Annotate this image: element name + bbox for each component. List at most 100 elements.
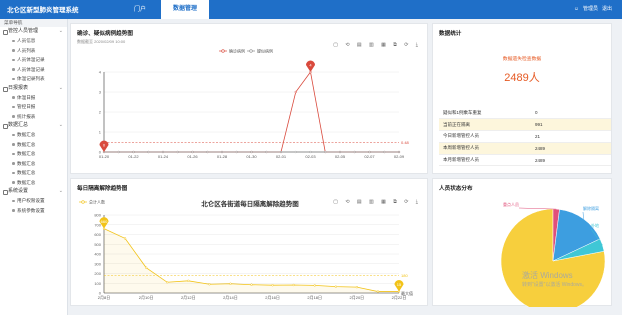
stats-main-value: 2489人 [504,72,540,84]
x-tick-label: 01-28 [217,154,228,159]
sidebar-item[interactable]: 人员信息 [0,36,67,46]
data-point [208,283,211,286]
data-point [166,281,169,284]
sidebar-item[interactable]: 管控日报 [0,102,67,112]
x-tick-label: 02-03 [305,154,316,159]
confirmed-trend-chart: 0123401-20 01-22 01-24 01-26 01-28 01-30 02-01… [99,48,410,160]
stats-row-label: 当前正在隔离 [439,118,531,132]
data-point [324,150,327,154]
data-point [191,150,194,154]
data-point [355,286,359,289]
user-icon: ☺ [573,6,579,12]
sidebar-item[interactable]: 数据汇总 [0,130,67,140]
pie-label: 外地 [591,222,599,228]
data-point [250,283,253,286]
x-tick-label: 2月14日 [223,295,238,300]
average-label: 0.48 [401,140,410,145]
sidebar-group[interactable]: 日报报表 ⌄ [0,84,67,93]
data-point [368,150,371,154]
legend-label: 疑似病例 [257,48,273,54]
stats-panel: 数据统计 数据遗失检查数据 2489人 疑似和1例乘车重复 0 当前正在隔离 991 今… [432,23,612,174]
data-point [123,237,127,240]
user-name[interactable]: 管理员 [583,6,598,12]
chevron-down-icon: ⌄ [58,28,63,34]
tab-data-management[interactable]: 数据管理 [161,0,209,19]
marker-value: 660 [101,219,108,224]
data-point [338,150,342,154]
stats-row-value: 0 [531,107,611,120]
release-trend-chart: 01002003004005006007008002月8日 2月10日 2月12日 2… [79,199,413,300]
data-point [334,285,337,288]
stats-table: 疑似和1例乘车重复 0 当前正在隔离 991 今日新增管控人员 21 本周新增管控人员 248… [439,107,611,167]
data-point [313,284,316,287]
confirmed-trend-panel: 确诊、疑似病例趋势图 数据截至 2020/02/09 10:00 ▢ ⟲ ▤ ▥… [70,23,428,174]
y-tick-label: 500 [94,242,101,247]
data-point [271,284,274,287]
data-point [117,150,120,154]
stats-row-label: 本周新增管控人员 [439,142,531,155]
stats-row: 当前正在隔离 991 [439,118,611,132]
sidebar-item[interactable]: 人员体温记录 [0,55,67,65]
stats-row-label: 本月新增管控人员 [439,154,531,167]
pie-label: 重点人员 [503,201,519,207]
sidebar-item[interactable]: 统计报表 [0,112,67,122]
chevron-down-icon: ⌄ [58,84,63,91]
x-tick-label: 01-24 [158,154,169,159]
data-point [220,150,224,154]
data-point [376,290,380,293]
data-point [229,282,232,285]
sidebar-item[interactable]: 体温记录列表 [0,74,67,84]
data-point [309,150,312,154]
sidebar-item[interactable]: 数据汇总 [0,149,67,159]
stats-row-value: 21 [531,130,611,143]
legend-dot [81,200,85,204]
stats-row-label: 今日新增管控人员 [439,130,531,143]
x-tick-label: 02-01 [276,154,287,159]
sidebar-group[interactable]: 管控人员管理 ⌄ [0,27,67,36]
sidebar-item[interactable]: 人员体温记录 [0,65,67,75]
stats-row: 本月新增管控人员 2489 [439,154,611,167]
stats-row-value: 2489 [531,154,611,167]
release-trend-panel: 每日隔离解除趋势图 ▢ ⟲ ▤ ▥ ▦ ⧉ ⟳ ⤓ 0 100 200 300 400 5… [70,178,428,306]
y-tick-label: 800 [94,213,101,218]
x-tick-label: 2月18日 [307,295,322,300]
stats-row: 今日新增管控人员 21 [439,130,611,143]
data-point [292,283,295,287]
y-tick-label: 2 [99,110,102,115]
sidebar-item[interactable]: 体温日报 [0,93,67,103]
y-tick-label: 400 [94,252,101,257]
y-tick-label: 300 [94,261,101,266]
sidebar-item[interactable]: 数据汇总 [0,140,67,150]
x-tick-label: 2月16日 [265,295,280,300]
data-point [206,150,209,154]
data-point [187,279,190,282]
sidebar-item[interactable]: 人员列表 [0,46,67,56]
sidebar-item[interactable]: 数据汇总 [0,159,67,169]
x-axis-label: 最大值 [401,290,413,296]
stats-row: 疑似和1例乘车重复 0 [439,107,611,120]
portal-menu-button[interactable]: 门户 [134,4,146,13]
sidebar-group-label: 日报报表 [8,84,29,91]
x-tick-label: 2月12日 [181,295,196,300]
chart-title: 北仑区各街道每日隔离解除趋势图 [201,199,299,208]
windows-activation-hint: 转到“设置”以激活 Windows。 [522,282,588,288]
sidebar-group[interactable]: 数据汇总 ⌄ [0,121,67,130]
stats-row: 本周新增管控人员 2489 [439,142,611,155]
x-tick-label: 2月20日 [350,295,365,300]
pie-leader-line [582,211,584,219]
data-point [176,150,179,154]
sidebar-item[interactable]: 系统参数设置 [0,206,67,216]
sidebar-group-label: 系统设置 [8,188,29,194]
stats-row-value: 2489 [531,142,611,155]
sidebar-item[interactable]: 数据汇总 [0,168,67,178]
sidebar-item[interactable]: 用户权限设置 [0,196,67,206]
sidebar-group[interactable]: 系统设置 ⌄ [0,187,67,196]
logout-link[interactable]: 退出 [602,6,612,12]
pie-leader-line [518,207,557,210]
sidebar-item[interactable]: 数据汇总 [0,178,67,188]
average-label: 180 [401,273,408,278]
data-point [250,150,253,154]
legend-dot [221,49,225,53]
data-point [235,150,238,154]
data-point [294,150,297,154]
